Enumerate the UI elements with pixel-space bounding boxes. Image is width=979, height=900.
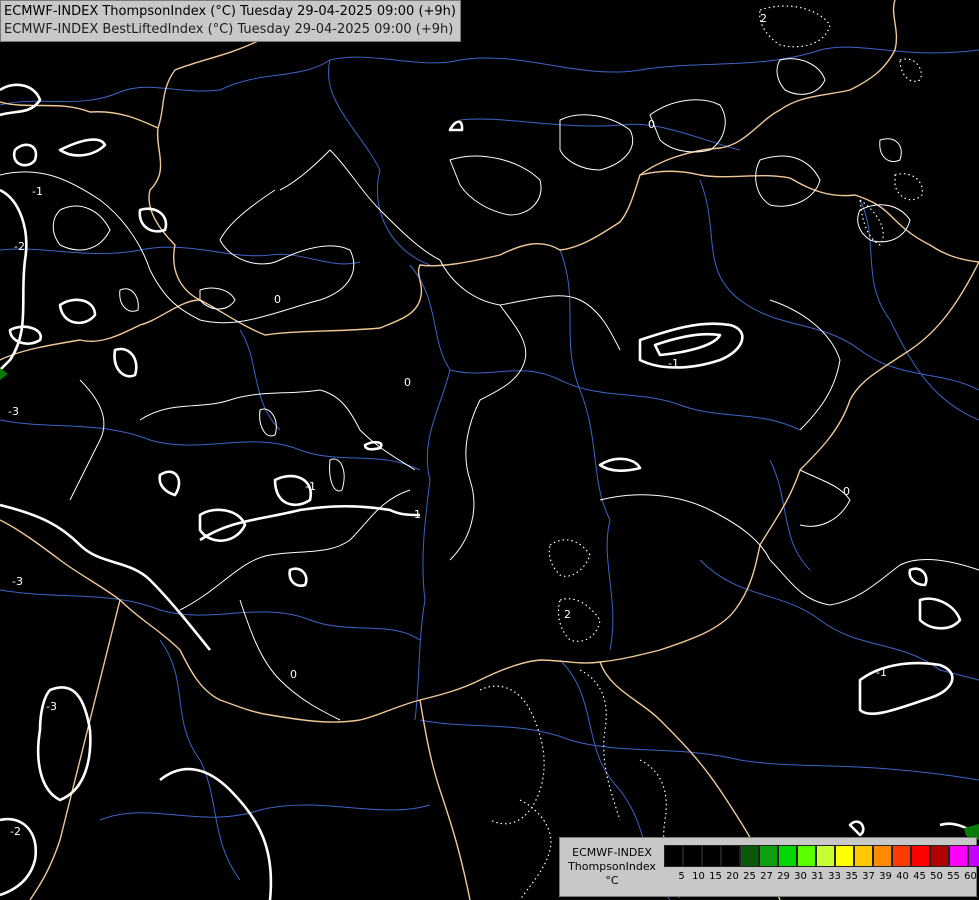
legend-tick-label: 25 bbox=[743, 871, 756, 882]
legend-index: ThompsonIndex bbox=[568, 860, 656, 873]
legend-tick-label: 50 bbox=[930, 871, 943, 882]
contour-label: -2 bbox=[10, 825, 21, 838]
legend-tick-label: 55 bbox=[947, 871, 960, 882]
legend-swatch bbox=[683, 845, 702, 867]
legend-caption: ECMWF-INDEX ThompsonIndex °C bbox=[564, 846, 660, 888]
contour-label: -3 bbox=[12, 575, 23, 588]
legend-tick-label: 29 bbox=[777, 871, 790, 882]
contour-label: -1 bbox=[410, 508, 421, 521]
legend-tick-label: 31 bbox=[811, 871, 824, 882]
legend-tick-label: 30 bbox=[794, 871, 807, 882]
title-thompson-index: ECMWF-INDEX ThompsonIndex (°C) Tuesday 2… bbox=[4, 4, 456, 19]
contour-label: -1 bbox=[305, 480, 316, 493]
legend-swatch bbox=[664, 845, 683, 867]
legend-swatch bbox=[854, 845, 873, 867]
contour-label: -1 bbox=[668, 357, 679, 370]
legend-swatch bbox=[949, 845, 968, 867]
contour-label: 0 bbox=[290, 668, 297, 681]
legend-swatch bbox=[702, 845, 721, 867]
legend-tick-label: 15 bbox=[709, 871, 722, 882]
contour-label: -2 bbox=[14, 240, 25, 253]
contour-label: 0 bbox=[404, 376, 411, 389]
legend-swatch bbox=[835, 845, 854, 867]
map-title-box: ECMWF-INDEX ThompsonIndex (°C) Tuesday 2… bbox=[0, 0, 461, 42]
legend-tick-label: 39 bbox=[879, 871, 892, 882]
legend-tick-label: 27 bbox=[760, 871, 773, 882]
contour-label: 0 bbox=[648, 118, 655, 131]
legend-tick-label: 5 bbox=[678, 871, 685, 882]
contour-label: -3 bbox=[8, 405, 19, 418]
contour-label: 0 bbox=[274, 293, 281, 306]
contour-label: 2 bbox=[564, 608, 571, 621]
legend-ticks: 5 10 15 20 25 27 29 30 31 33 35 37 39 40 45 50 55 60 bbox=[664, 871, 979, 882]
forecast-map: -1 -2 -3 -3 -3 -2 0 0 -1 -1 0 -1 0 2 2 0… bbox=[0, 0, 979, 900]
legend-tick-label: 33 bbox=[828, 871, 841, 882]
color-legend: ECMWF-INDEX ThompsonIndex °C 5 10 15 20 25 27… bbox=[559, 837, 979, 897]
contour-label: 0 bbox=[843, 485, 850, 498]
legend-swatch bbox=[911, 845, 930, 867]
title-best-lifted-index: ECMWF-INDEX BestLiftedIndex (°C) Tuesday… bbox=[4, 22, 454, 37]
contour-label: -1 bbox=[876, 666, 887, 679]
legend-tick-label: 40 bbox=[896, 871, 909, 882]
contour-label: -3 bbox=[46, 700, 57, 713]
legend-tick-label: 60 bbox=[964, 871, 977, 882]
contour-label: 2 bbox=[760, 12, 767, 25]
legend-tick-label: 10 bbox=[692, 871, 705, 882]
legend-tick-label: 35 bbox=[845, 871, 858, 882]
legend-swatch bbox=[892, 845, 911, 867]
legend-swatch bbox=[759, 845, 778, 867]
legend-unit: °C bbox=[605, 874, 619, 887]
legend-swatch bbox=[778, 845, 797, 867]
legend-swatch bbox=[873, 845, 892, 867]
legend-swatch bbox=[816, 845, 835, 867]
legend-swatch bbox=[721, 845, 740, 867]
legend-model: ECMWF-INDEX bbox=[572, 846, 652, 859]
legend-tick-label: 20 bbox=[726, 871, 739, 882]
legend-swatch bbox=[797, 845, 816, 867]
legend-tick-label: 45 bbox=[913, 871, 926, 882]
contour-label: -1 bbox=[32, 185, 43, 198]
legend-swatch bbox=[968, 845, 979, 867]
legend-tick-label: 37 bbox=[862, 871, 875, 882]
legend-swatch bbox=[930, 845, 949, 867]
legend-swatch bbox=[740, 845, 759, 867]
legend-swatches bbox=[664, 845, 979, 867]
